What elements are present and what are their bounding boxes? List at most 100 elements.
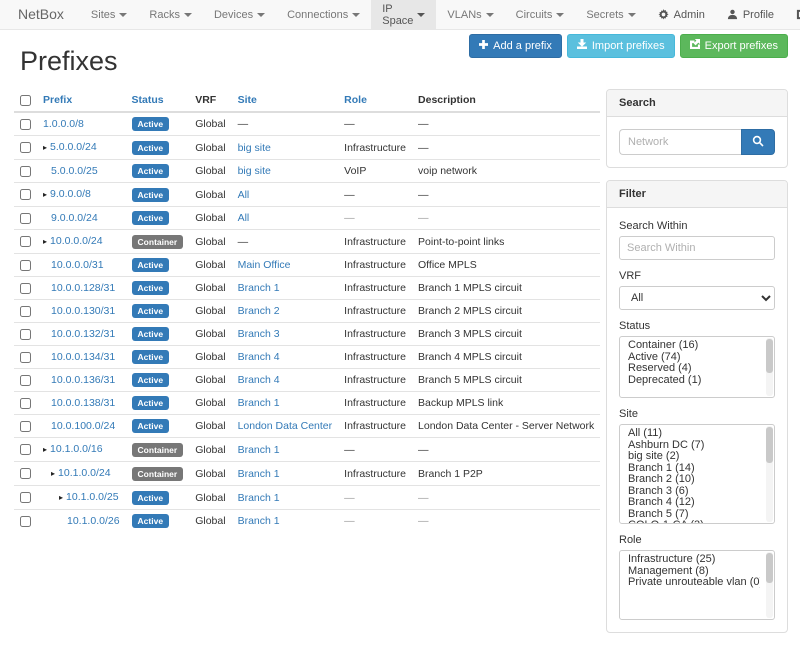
scrollbar-thumb[interactable] [766, 553, 773, 583]
row-checkbox[interactable] [20, 375, 31, 386]
prefix-link[interactable]: 10.0.0.136/31 [51, 374, 115, 386]
role-option[interactable]: Management (8) [628, 566, 760, 578]
site-link[interactable]: All [238, 212, 250, 224]
row-checkbox[interactable] [20, 119, 31, 130]
row-checkbox[interactable] [20, 260, 31, 271]
prefix-link[interactable]: 10.0.0.138/31 [51, 397, 115, 409]
row-checkbox[interactable] [20, 492, 31, 503]
expand-arrow-icon[interactable]: ▸ [59, 491, 63, 505]
prefix-link[interactable]: 10.1.0.0/25 [66, 491, 119, 503]
scrollbar-thumb[interactable] [766, 427, 773, 463]
role-listbox[interactable]: Infrastructure (25)Management (8)Private… [619, 550, 775, 620]
status-option[interactable]: Container (16) [628, 340, 760, 352]
site-link[interactable]: Branch 1 [238, 468, 280, 480]
site-link[interactable]: Branch 4 [238, 351, 280, 363]
row-checkbox[interactable] [20, 398, 31, 409]
site-link[interactable]: big site [238, 165, 271, 177]
import-prefixes-button[interactable]: Import prefixes [567, 34, 675, 58]
prefix-link[interactable]: 9.0.0.0/8 [50, 188, 91, 200]
site-option[interactable]: COLO-1-CA (3) [628, 520, 760, 524]
site-option[interactable]: Branch 3 (6) [628, 486, 760, 498]
row-checkbox[interactable] [20, 236, 31, 247]
status-option[interactable]: Active (74) [628, 352, 760, 364]
site-link[interactable]: Branch 1 [238, 282, 280, 294]
prefix-link[interactable]: 10.0.0.134/31 [51, 351, 115, 363]
role-option[interactable]: Private unrouteable vlan (0) [628, 577, 760, 589]
prefix-link[interactable]: 10.0.0.130/31 [51, 305, 115, 317]
site-listbox[interactable]: All (11)Ashburn DC (7)big site (2)Branch… [619, 424, 775, 524]
site-link[interactable]: Main Office [238, 259, 291, 271]
nav-item-devices[interactable]: Devices [203, 0, 276, 29]
row-checkbox[interactable] [20, 213, 31, 224]
expand-arrow-icon[interactable]: ▸ [43, 235, 47, 249]
status-option[interactable]: Deprecated (1) [628, 375, 760, 387]
nav-item-vlans[interactable]: VLANs [436, 0, 504, 29]
app-logo[interactable]: NetBox [10, 0, 80, 29]
row-checkbox[interactable] [20, 516, 31, 527]
nav-item-secrets[interactable]: Secrets [575, 0, 646, 29]
nav-item-sites[interactable]: Sites [80, 0, 138, 29]
row-checkbox[interactable] [20, 352, 31, 363]
role-option[interactable]: Infrastructure (25) [628, 554, 760, 566]
prefix-link[interactable]: 9.0.0.0/24 [51, 212, 98, 224]
nav-item-ip-space[interactable]: IP Space [371, 0, 436, 29]
row-checkbox[interactable] [20, 142, 31, 153]
row-checkbox[interactable] [20, 306, 31, 317]
site-option[interactable]: big site (2) [628, 451, 760, 463]
nav-item-profile[interactable]: Profile [716, 9, 785, 21]
site-link[interactable]: big site [238, 142, 271, 154]
nav-item-logout[interactable]: Log out [785, 3, 800, 27]
add-prefix-button[interactable]: Add a prefix [469, 34, 562, 58]
status-option[interactable]: Reserved (4) [628, 363, 760, 375]
site-link[interactable]: Branch 2 [238, 305, 280, 317]
site-option[interactable]: Branch 1 (14) [628, 463, 760, 475]
site-link[interactable]: Branch 3 [238, 328, 280, 340]
scrollbar-thumb[interactable] [766, 339, 773, 373]
site-link[interactable]: London Data Center [238, 420, 333, 432]
search-button[interactable] [741, 129, 775, 155]
prefix-link[interactable]: 10.1.0.0/24 [58, 467, 111, 479]
prefix-link[interactable]: 10.0.0.0/24 [50, 235, 103, 247]
sort-link-prefix[interactable]: Prefix [43, 94, 72, 106]
row-checkbox[interactable] [20, 166, 31, 177]
prefix-link[interactable]: 10.1.0.0/16 [50, 443, 103, 455]
expand-arrow-icon[interactable]: ▸ [43, 443, 47, 457]
prefix-link[interactable]: 10.0.100.0/24 [51, 420, 115, 432]
sort-link-status[interactable]: Status [132, 94, 164, 106]
site-option[interactable]: Branch 5 (7) [628, 509, 760, 521]
prefix-link[interactable]: 5.0.0.0/24 [50, 141, 97, 153]
expand-arrow-icon[interactable]: ▸ [43, 141, 47, 155]
site-option[interactable]: Ashburn DC (7) [628, 440, 760, 452]
prefix-link[interactable]: 5.0.0.0/25 [51, 165, 98, 177]
prefix-link[interactable]: 10.1.0.0/26 [67, 515, 120, 527]
row-checkbox[interactable] [20, 421, 31, 432]
nav-item-racks[interactable]: Racks [138, 0, 203, 29]
site-option[interactable]: Branch 2 (10) [628, 474, 760, 486]
site-option[interactable]: Branch 4 (12) [628, 497, 760, 509]
site-link[interactable]: Branch 1 [238, 492, 280, 504]
vrf-select[interactable]: All [619, 286, 775, 310]
expand-arrow-icon[interactable]: ▸ [43, 188, 47, 202]
nav-item-circuits[interactable]: Circuits [505, 0, 576, 29]
row-checkbox[interactable] [20, 283, 31, 294]
search-within-input[interactable] [619, 236, 775, 260]
prefix-link[interactable]: 10.0.0.132/31 [51, 328, 115, 340]
sort-link-site[interactable]: Site [238, 94, 257, 106]
search-input[interactable] [619, 129, 741, 155]
site-link[interactable]: Branch 4 [238, 374, 280, 386]
sort-link-role[interactable]: Role [344, 94, 367, 106]
site-option[interactable]: All (11) [628, 428, 760, 440]
prefix-link[interactable]: 10.0.0.128/31 [51, 282, 115, 294]
site-link[interactable]: Branch 1 [238, 444, 280, 456]
row-checkbox[interactable] [20, 189, 31, 200]
select-all-checkbox[interactable] [20, 95, 31, 106]
site-link[interactable]: All [238, 189, 250, 201]
site-link[interactable]: Branch 1 [238, 515, 280, 527]
row-checkbox[interactable] [20, 444, 31, 455]
site-link[interactable]: Branch 1 [238, 397, 280, 409]
prefix-link[interactable]: 1.0.0.0/8 [43, 118, 84, 130]
row-checkbox[interactable] [20, 468, 31, 479]
status-listbox[interactable]: Container (16)Active (74)Reserved (4)Dep… [619, 336, 775, 398]
nav-item-admin[interactable]: Admin [647, 9, 716, 21]
expand-arrow-icon[interactable]: ▸ [51, 467, 55, 481]
